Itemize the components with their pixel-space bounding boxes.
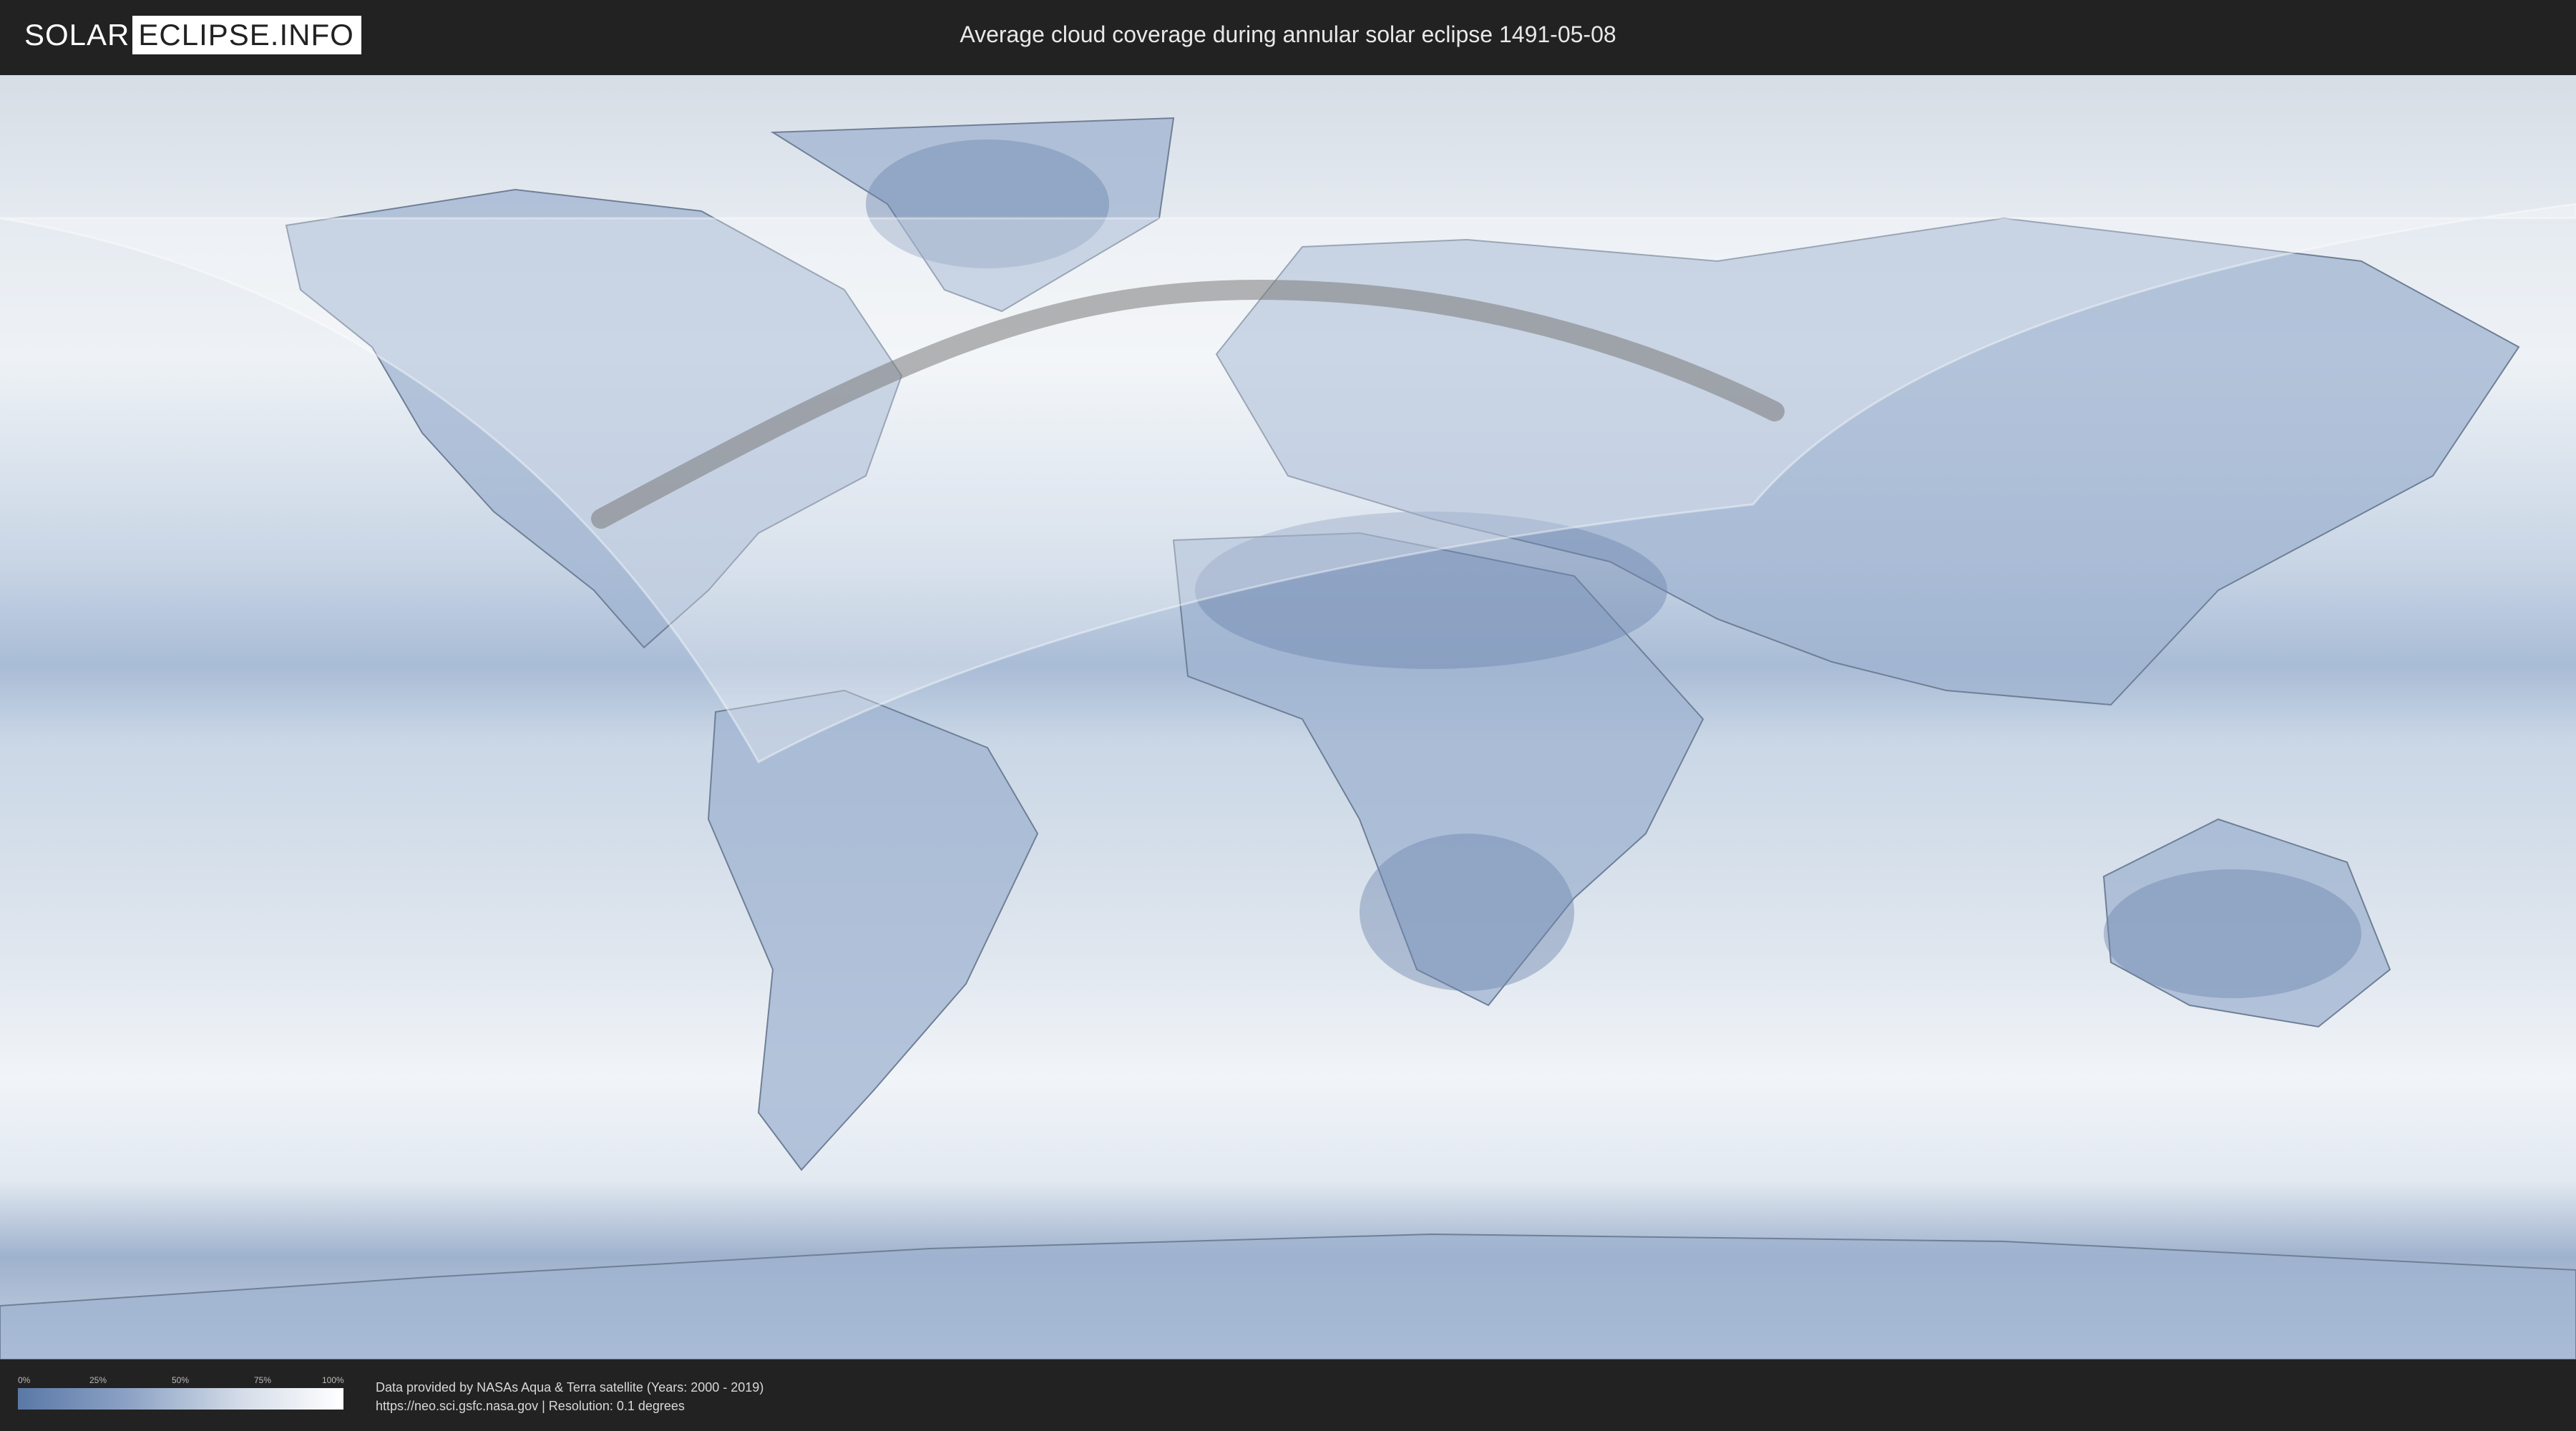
clear-sky-southern-africa bbox=[1360, 834, 1574, 991]
page-title: Average cloud coverage during annular so… bbox=[960, 21, 1616, 47]
credit-line-1: Data provided by NASAs Aqua & Terra sate… bbox=[376, 1380, 764, 1395]
header-bar: SOLAR ECLIPSE.INFO Average cloud coverag… bbox=[0, 0, 2576, 72]
cloud-coverage-legend: 0% 25% 50% 75% 100% bbox=[18, 1375, 344, 1415]
legend-color-bar bbox=[18, 1388, 343, 1410]
world-map-svg bbox=[0, 75, 2576, 1359]
legend-tick-0: 0% bbox=[18, 1375, 31, 1385]
credit-line-2: https://neo.sci.gsfc.nasa.gov | Resoluti… bbox=[376, 1399, 685, 1413]
legend-tick-50: 50% bbox=[172, 1375, 190, 1385]
cloud-coverage-map bbox=[0, 75, 2576, 1359]
legend-tick-25: 25% bbox=[89, 1375, 107, 1385]
data-credits: Data provided by NASAs Aqua & Terra sate… bbox=[376, 1378, 763, 1415]
clear-sky-australia bbox=[2104, 869, 2361, 998]
legend-tick-75: 75% bbox=[254, 1375, 272, 1385]
legend-tick-100: 100% bbox=[322, 1375, 344, 1385]
footer-bar: 0% 25% 50% 75% 100% Data provided by NAS… bbox=[0, 1359, 2576, 1431]
